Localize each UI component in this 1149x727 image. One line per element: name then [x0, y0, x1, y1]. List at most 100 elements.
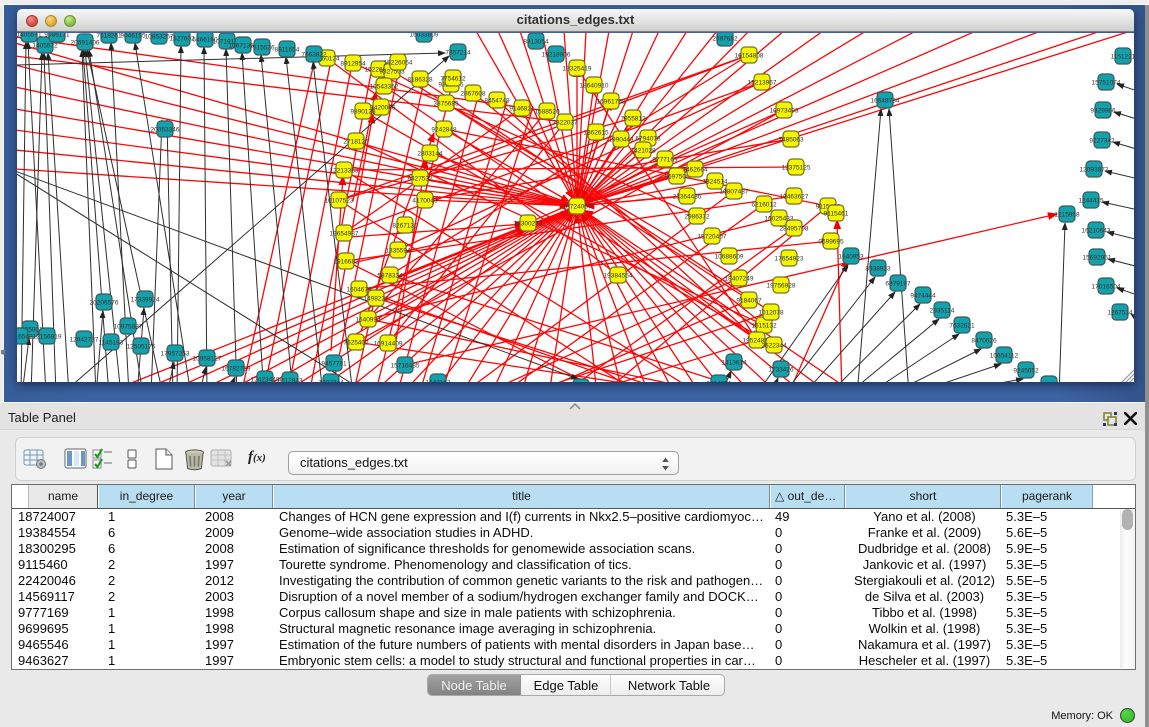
svg-text:7515536: 7515536 [249, 45, 275, 52]
svg-text:1588520: 1588520 [534, 109, 560, 116]
svg-text:2986372: 2986372 [684, 214, 710, 221]
svg-text:2935114: 2935114 [930, 308, 955, 315]
svg-text:15226054: 15226054 [384, 60, 413, 67]
svg-text:1640994: 1640994 [355, 317, 381, 324]
svg-text:8470626: 8470626 [971, 338, 997, 345]
svg-text:12505175: 12505175 [127, 344, 156, 351]
svg-text:1733426: 1733426 [768, 367, 794, 374]
svg-text:16210643: 16210643 [1082, 228, 1111, 235]
svg-text:7518261: 7518261 [96, 33, 122, 40]
svg-text:10688609: 10688609 [715, 254, 744, 261]
svg-text:7625402: 7625402 [343, 340, 369, 347]
svg-text:2718126: 2718126 [343, 139, 369, 146]
svg-text:19384554: 19384554 [604, 273, 633, 280]
svg-text:16154808: 16154808 [735, 53, 764, 60]
svg-text:1527602: 1527602 [169, 36, 195, 43]
svg-text:9223413: 9223413 [1036, 382, 1062, 383]
svg-text:15300273: 15300273 [514, 221, 543, 228]
svg-text:3875685: 3875685 [433, 101, 459, 108]
svg-text:19218906: 19218906 [542, 52, 571, 59]
svg-text:1242163: 1242163 [425, 380, 451, 383]
svg-text:1421028: 1421028 [630, 148, 656, 155]
svg-text:8811654: 8811654 [275, 47, 300, 54]
svg-text:2687682: 2687682 [712, 36, 738, 43]
svg-text:7485063: 7485063 [778, 137, 804, 144]
svg-text:1498222: 1498222 [363, 296, 389, 303]
svg-text:18407249: 18407249 [725, 276, 754, 283]
svg-text:9474444: 9474444 [910, 293, 936, 300]
svg-text:13325419: 13325419 [563, 66, 592, 73]
svg-text:6697508: 6697508 [664, 174, 690, 181]
svg-text:3916542: 3916542 [17, 334, 33, 341]
svg-text:15720407: 15720407 [698, 234, 727, 241]
svg-text:2803144: 2803144 [417, 151, 443, 158]
svg-text:20206576: 20206576 [90, 300, 119, 307]
svg-text:6216012: 6216012 [751, 202, 777, 209]
svg-text:1990443: 1990443 [608, 137, 634, 144]
svg-text:15692951: 15692951 [1083, 255, 1112, 262]
svg-text:10958127: 10958127 [193, 356, 222, 363]
svg-text:1640953: 1640953 [838, 254, 864, 261]
svg-text:7663822: 7663822 [301, 52, 327, 59]
svg-text:17016504: 17016504 [1092, 284, 1121, 291]
svg-text:2867608: 2867608 [460, 91, 486, 98]
svg-text:7754612: 7754612 [440, 76, 466, 83]
svg-text:19654987: 19654987 [330, 231, 359, 238]
svg-text:16914409: 16914409 [374, 341, 403, 348]
svg-text:1405572: 1405572 [32, 43, 58, 50]
svg-text:1335594: 1335594 [385, 248, 411, 255]
svg-text:12213967: 12213967 [748, 80, 777, 87]
svg-text:1244415: 1244415 [1078, 198, 1104, 205]
svg-text:1916682: 1916682 [333, 259, 359, 266]
svg-text:9612843: 9612843 [277, 378, 303, 383]
svg-text:28495798: 28495798 [780, 226, 809, 233]
svg-text:0699695: 0699695 [818, 239, 844, 246]
svg-text:12423448: 12423448 [251, 377, 280, 383]
svg-text:6879197: 6879197 [885, 281, 911, 288]
svg-text:16033809: 16033809 [410, 33, 439, 39]
svg-text:10807487: 10807487 [720, 189, 749, 196]
svg-text:9777169: 9777169 [652, 157, 678, 164]
svg-text:1362615: 1362615 [583, 130, 609, 137]
svg-text:8813054: 8813054 [523, 39, 549, 46]
svg-text:1145193: 1145193 [99, 340, 124, 347]
svg-text:18724007: 18724007 [563, 204, 592, 211]
svg-text:1824514: 1824514 [702, 179, 728, 186]
svg-text:20053346: 20053346 [151, 127, 180, 134]
svg-text:1267534: 1267534 [1107, 310, 1133, 317]
svg-text:10973493: 10973493 [770, 108, 799, 115]
svg-text:15716485: 15716485 [391, 363, 420, 370]
svg-text:8186328: 8186328 [407, 77, 433, 84]
svg-text:9086171: 9086171 [44, 33, 70, 39]
svg-text:1615132: 1615132 [751, 323, 777, 330]
svg-text:8267130: 8267130 [392, 223, 418, 230]
svg-text:3822037: 3822037 [552, 120, 578, 127]
svg-text:9227342: 9227342 [1089, 138, 1115, 145]
svg-text:9115461: 9115461 [824, 211, 849, 218]
svg-text:9242848: 9242848 [431, 127, 457, 134]
svg-text:10654112: 10654112 [990, 353, 1019, 360]
svg-text:9184067: 9184067 [736, 298, 762, 305]
svg-text:9146821: 9146821 [509, 106, 535, 113]
svg-text:9245652: 9245652 [1013, 368, 1039, 375]
svg-text:10107523: 10107523 [325, 198, 354, 205]
svg-text:15751074: 15751074 [1092, 80, 1121, 87]
svg-text:2522344: 2522344 [761, 343, 787, 350]
svg-text:21364436: 21364436 [673, 194, 702, 201]
svg-text:1292344: 1292344 [318, 380, 344, 383]
svg-text:12156819: 12156819 [33, 334, 62, 341]
svg-text:7632621: 7632621 [949, 323, 975, 330]
svg-text:9457791: 9457791 [321, 361, 347, 368]
svg-text:19756928: 19756928 [767, 283, 796, 290]
svg-text:8938923: 8938923 [865, 266, 891, 273]
svg-text:7462664: 7462664 [682, 167, 708, 174]
svg-text:1012078: 1012078 [758, 310, 784, 317]
svg-text:12093872: 12093872 [1080, 167, 1109, 174]
svg-text:9890123: 9890123 [350, 109, 376, 116]
svg-text:1151221: 1151221 [1111, 54, 1134, 61]
svg-text:9329966: 9329966 [1090, 108, 1116, 115]
svg-text:16961758: 16961758 [597, 99, 626, 106]
svg-text:4170043: 4170043 [412, 198, 438, 205]
svg-text:9314251: 9314251 [706, 381, 732, 383]
svg-text:12375125: 12375125 [782, 165, 811, 172]
